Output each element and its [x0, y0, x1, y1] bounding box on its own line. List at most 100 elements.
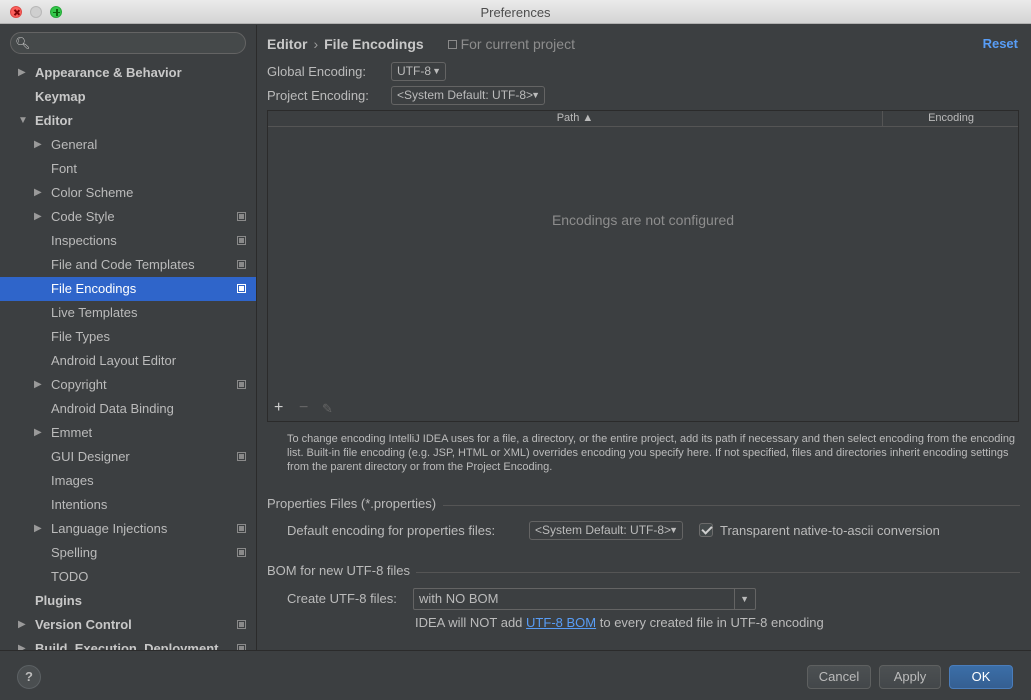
cancel-button[interactable]: Cancel — [807, 665, 871, 689]
sidebar-item[interactable]: Font — [0, 157, 256, 181]
sidebar-item-label: Emmet — [51, 425, 93, 440]
sidebar-item-label: Keymap — [35, 89, 86, 104]
transparent-conversion-checkbox[interactable] — [699, 523, 713, 537]
collapsed-arrow-icon[interactable]: ▶ — [34, 133, 42, 157]
sidebar-item[interactable]: ▶ Copyright — [0, 373, 256, 397]
breadcrumb-current: File Encodings — [324, 36, 424, 52]
transparent-conversion-label[interactable]: Transparent native-to-ascii conversion — [720, 523, 940, 538]
sidebar-item[interactable]: TODO — [0, 565, 256, 589]
bom-mode-combo[interactable]: with NO BOM ▼ — [413, 588, 756, 610]
sidebar-item-label: Code Style — [51, 209, 115, 224]
search-input[interactable]: 🔍︎ — [10, 32, 246, 54]
sidebar-item[interactable]: Keymap — [0, 85, 256, 109]
sidebar-item-label: Live Templates — [51, 305, 138, 320]
sidebar-item[interactable]: ▼ Editor — [0, 109, 256, 133]
project-encoding-value: <System Default: UTF-8> — [397, 88, 534, 102]
sidebar-item[interactable]: File and Code Templates — [0, 253, 256, 277]
title-bar: Preferences — [0, 0, 1031, 24]
sidebar-item[interactable]: Plugins — [0, 589, 256, 613]
project-level-icon — [237, 548, 246, 557]
sidebar-item-label: Editor — [35, 113, 73, 128]
sidebar-item-label: Inspections — [51, 233, 117, 248]
settings-tree: ▶ Appearance & Behavior Keymap ▼ Editor ▶ Gene… — [0, 61, 256, 650]
collapsed-arrow-icon[interactable]: ▶ — [34, 181, 42, 205]
collapsed-arrow-icon[interactable]: ▶ — [34, 205, 42, 229]
global-encoding-value: UTF-8 — [397, 64, 431, 78]
breadcrumb-parent[interactable]: Editor — [267, 36, 307, 52]
encodings-table: Path ▲ Encoding Encodings are not config… — [267, 110, 1019, 422]
path-column-header[interactable]: Path ▲ — [268, 111, 883, 126]
collapsed-arrow-icon[interactable]: ▶ — [34, 373, 42, 397]
sidebar-item-label: Color Scheme — [51, 185, 134, 200]
sidebar-item[interactable]: ▶ Build, Execution, Deployment — [0, 637, 256, 650]
sidebar-item-label: Language Injections — [51, 521, 168, 536]
remove-path-button[interactable]: − — [299, 399, 308, 417]
sidebar-item-label: Appearance & Behavior — [35, 65, 182, 80]
sidebar-item-label: File Types — [51, 329, 111, 344]
chevron-down-icon: ▼ — [669, 525, 678, 535]
collapsed-arrow-icon[interactable]: ▶ — [18, 637, 26, 650]
create-utf8-label: Create UTF-8 files: — [287, 591, 397, 606]
properties-section-title: Properties Files (*.properties) — [267, 496, 437, 511]
sidebar-item[interactable]: Inspections — [0, 229, 256, 253]
project-icon — [447, 40, 457, 49]
sidebar-item-label: General — [51, 137, 98, 152]
collapsed-arrow-icon[interactable]: ▶ — [18, 613, 26, 637]
breadcrumb: Editor › File Encodings For current projec… — [267, 36, 575, 52]
table-toolbar: + − ✎ — [268, 397, 1018, 421]
sidebar-item[interactable]: Images — [0, 469, 256, 493]
empty-table-message: Encodings are not configured — [551, 212, 735, 228]
breadcrumb-separator: › — [313, 36, 319, 52]
sidebar-item[interactable]: ▶ Appearance & Behavior — [0, 61, 256, 85]
sidebar-item[interactable]: File Types — [0, 325, 256, 349]
sidebar-item[interactable]: ▶ Language Injections — [0, 517, 256, 541]
global-encoding-combo[interactable]: UTF-8 ▼ — [391, 62, 446, 81]
ok-button[interactable]: OK — [949, 665, 1013, 689]
properties-encoding-combo[interactable]: <System Default: UTF-8> ▼ — [529, 521, 683, 540]
sidebar-item[interactable]: ▶ Code Style — [0, 205, 256, 229]
project-encoding-label: Project Encoding: — [267, 88, 369, 103]
sidebar-item[interactable]: ▶ Emmet — [0, 421, 256, 445]
search-icon: 🔍︎ — [15, 36, 31, 50]
combo-divider — [734, 589, 735, 609]
project-level-icon — [237, 212, 246, 221]
sidebar-item[interactable]: File Encodings — [0, 277, 256, 301]
help-button[interactable]: ? — [17, 665, 41, 689]
project-level-icon — [237, 260, 246, 269]
project-scope-label: For current project — [460, 36, 575, 52]
collapsed-arrow-icon[interactable]: ▶ — [18, 61, 26, 85]
sidebar-item-label: Build, Execution, Deployment — [35, 641, 219, 650]
bom-note-suffix: to every created file in UTF-8 encoding — [599, 615, 824, 630]
reset-link[interactable]: Reset — [983, 36, 1018, 51]
dialog-footer: ? Cancel Apply OK — [0, 650, 1031, 700]
help-text: To change encoding IntelliJ IDEA uses fo… — [287, 433, 1016, 473]
utf8-bom-link[interactable]: UTF-8 BOM — [526, 615, 596, 630]
edit-path-button[interactable]: ✎ — [322, 401, 333, 417]
chevron-down-icon: ▼ — [531, 90, 540, 100]
collapsed-arrow-icon[interactable]: ▶ — [34, 517, 42, 541]
project-level-icon — [237, 452, 246, 461]
sidebar-item[interactable]: Spelling — [0, 541, 256, 565]
project-scope-note: For current project — [447, 36, 575, 52]
collapsed-arrow-icon[interactable]: ▶ — [34, 421, 42, 445]
sidebar-item[interactable]: GUI Designer — [0, 445, 256, 469]
add-path-button[interactable]: + — [274, 399, 283, 417]
bom-note-prefix: IDEA will NOT add — [415, 615, 523, 630]
sidebar-item-label: File and Code Templates — [51, 257, 195, 272]
sidebar-item[interactable]: ▶ General — [0, 133, 256, 157]
expanded-arrow-icon[interactable]: ▼ — [18, 109, 28, 133]
sidebar-item[interactable]: Android Data Binding — [0, 397, 256, 421]
sidebar-item[interactable]: Intentions — [0, 493, 256, 517]
properties-encoding-value: <System Default: UTF-8> — [535, 523, 672, 537]
sidebar-item[interactable]: ▶ Color Scheme — [0, 181, 256, 205]
sidebar-item[interactable]: Live Templates — [0, 301, 256, 325]
sidebar-item-label: Version Control — [35, 617, 132, 632]
sidebar-item[interactable]: Android Layout Editor — [0, 349, 256, 373]
encoding-column-header[interactable]: Encoding — [884, 111, 1018, 126]
project-level-icon — [237, 524, 246, 533]
window-title: Preferences — [480, 5, 551, 20]
project-level-icon — [237, 620, 246, 629]
apply-button[interactable]: Apply — [879, 665, 941, 689]
project-encoding-combo[interactable]: <System Default: UTF-8> ▼ — [391, 86, 545, 105]
sidebar-item[interactable]: ▶ Version Control — [0, 613, 256, 637]
